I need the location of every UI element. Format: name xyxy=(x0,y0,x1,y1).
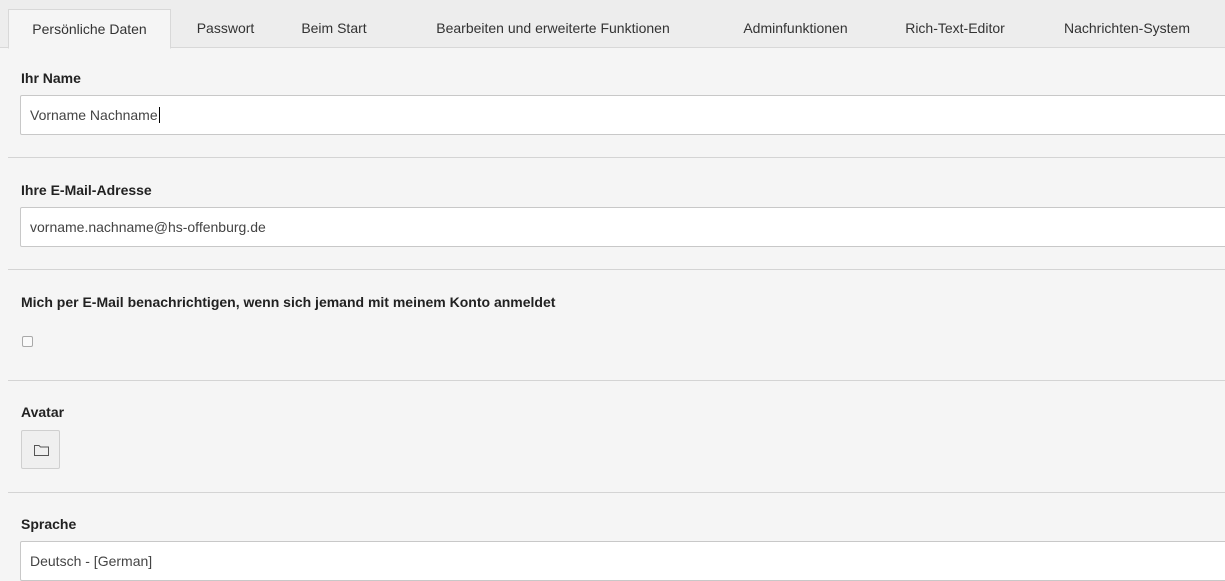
tab-persoenliche-daten[interactable]: Persönliche Daten xyxy=(8,9,171,49)
avatar-select-button[interactable] xyxy=(21,430,60,469)
tab-label: Adminfunktionen xyxy=(743,20,848,36)
language-select[interactable]: Deutsch - [German] xyxy=(20,541,1225,581)
tab-bearbeiten[interactable]: Bearbeiten und erweiterte Funktionen xyxy=(396,9,710,48)
email-label: Ihre E-Mail-Adresse xyxy=(21,182,152,198)
tab-bar: Persönliche Daten Passwort Beim Start Be… xyxy=(0,0,1225,49)
tab-label: Bearbeiten und erweiterte Funktionen xyxy=(436,20,670,36)
tab-label: Persönliche Daten xyxy=(32,21,147,37)
language-label: Sprache xyxy=(21,516,77,532)
tab-label: Beim Start xyxy=(301,20,367,36)
text-caret xyxy=(158,107,160,124)
section-divider xyxy=(8,157,1225,158)
notify-label: Mich per E-Mail benachrichtigen, wenn si… xyxy=(21,294,556,310)
avatar-label: Avatar xyxy=(21,404,65,420)
tab-passwort[interactable]: Passwort xyxy=(178,9,273,48)
folder-icon xyxy=(34,445,49,456)
name-value: Vorname Nachname xyxy=(30,107,158,123)
name-label: Ihr Name xyxy=(21,70,81,86)
section-divider xyxy=(8,492,1225,493)
tab-label: Nachrichten-System xyxy=(1063,20,1191,36)
email-value: vorname.nachname@hs-offenburg.de xyxy=(30,219,266,235)
section-divider xyxy=(8,380,1225,381)
tab-label: Passwort xyxy=(196,20,255,36)
name-input[interactable]: Vorname Nachname xyxy=(20,95,1225,135)
tab-adminfunktionen[interactable]: Adminfunktionen xyxy=(718,9,873,48)
tab-nachrichten-system[interactable]: Nachrichten-System xyxy=(1037,9,1217,48)
language-value: Deutsch - [German] xyxy=(30,553,153,569)
tab-beim-start[interactable]: Beim Start xyxy=(280,9,388,48)
email-input[interactable]: vorname.nachname@hs-offenburg.de xyxy=(20,207,1225,247)
tab-rich-text-editor[interactable]: Rich-Text-Editor xyxy=(880,9,1030,48)
notify-checkbox[interactable] xyxy=(22,336,33,347)
tab-label: Rich-Text-Editor xyxy=(905,20,1005,36)
section-divider xyxy=(8,269,1225,270)
